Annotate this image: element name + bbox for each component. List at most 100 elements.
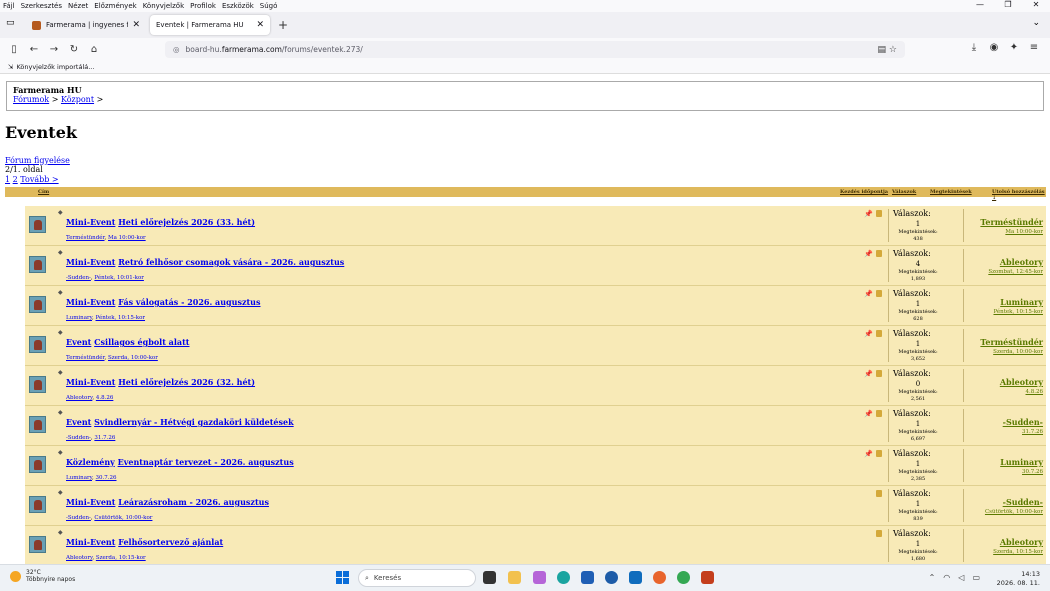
menu-history[interactable]: Előzmények bbox=[94, 2, 136, 10]
last-post-user[interactable]: Terméstündér bbox=[980, 337, 1043, 347]
thread-title-link[interactable]: Leárazásroham - 2026. augusztus bbox=[118, 497, 269, 507]
new-tab-icon[interactable]: + bbox=[278, 18, 288, 32]
volume-icon[interactable]: ◁ bbox=[958, 573, 964, 582]
menu-icon[interactable]: ≡ bbox=[1024, 42, 1044, 53]
taskbar-search[interactable]: ⌕ Keresés bbox=[358, 569, 476, 587]
reload-icon[interactable]: ↻ bbox=[64, 44, 84, 55]
weather-widget[interactable]: 32°C Többnyire napos bbox=[10, 569, 75, 583]
file-explorer-icon[interactable] bbox=[508, 571, 521, 584]
breadcrumb-forums[interactable]: Fórumok bbox=[13, 95, 49, 104]
page-1-link[interactable]: 1 bbox=[5, 175, 10, 184]
wifi-icon[interactable]: ◠ bbox=[943, 573, 950, 582]
breadcrumb-central[interactable]: Központ bbox=[61, 95, 94, 104]
avatar[interactable] bbox=[29, 216, 46, 233]
thread-prefix[interactable]: Event bbox=[66, 337, 91, 347]
avatar[interactable] bbox=[29, 256, 46, 273]
store-icon[interactable] bbox=[581, 571, 594, 584]
avatar[interactable] bbox=[29, 376, 46, 393]
chrome-icon[interactable] bbox=[677, 571, 690, 584]
thread-author[interactable]: -Sudden- bbox=[66, 435, 91, 441]
last-post-time[interactable]: Szerda, 10:00-kor bbox=[993, 349, 1043, 355]
thread-prefix[interactable]: Mini-Event bbox=[66, 537, 115, 547]
menu-file[interactable]: Fájl bbox=[3, 2, 15, 10]
page-2-link[interactable]: 2 bbox=[13, 175, 18, 184]
tab-farmerama[interactable]: Farmerama | ingyenes farmos já ✕ bbox=[26, 15, 146, 35]
follow-forum-link[interactable]: Fórum figyelése bbox=[5, 156, 70, 165]
last-post-time[interactable]: Péntek, 10:15-kor bbox=[993, 309, 1043, 315]
hp-icon[interactable] bbox=[605, 571, 618, 584]
back-icon[interactable]: ← bbox=[24, 44, 44, 55]
menu-view[interactable]: Nézet bbox=[68, 2, 88, 10]
last-post-time[interactable]: Szombat, 12:45-kor bbox=[988, 269, 1043, 275]
battery-icon[interactable]: ▭ bbox=[972, 573, 980, 582]
thread-date[interactable]: Csütörtök, 10:00-kor bbox=[94, 515, 152, 521]
last-post-user[interactable]: -Sudden- bbox=[1003, 497, 1043, 507]
thread-date[interactable]: Szerda, 10:15-kor bbox=[96, 555, 146, 561]
menu-tools[interactable]: Eszközök bbox=[222, 2, 254, 10]
last-post-user[interactable]: -Sudden- bbox=[1003, 417, 1043, 427]
clock[interactable]: 14:13 2026. 08. 11. bbox=[997, 570, 1040, 588]
last-post-user[interactable]: Ableotory bbox=[1000, 537, 1043, 547]
thread-prefix[interactable]: Mini-Event bbox=[66, 257, 115, 267]
thread-author[interactable]: -Sudden- bbox=[66, 515, 91, 521]
last-post-time[interactable]: 31.7.26 bbox=[1022, 429, 1043, 435]
next-page-link[interactable]: Tovább > bbox=[20, 175, 58, 184]
account-icon[interactable]: ◉ bbox=[984, 42, 1004, 53]
last-post-user[interactable]: Ableotory bbox=[1000, 257, 1043, 267]
task-view-icon[interactable] bbox=[483, 571, 496, 584]
last-post-time[interactable]: 4.8.26 bbox=[1026, 389, 1044, 395]
thread-date[interactable]: Ma 10:00-kor bbox=[108, 235, 146, 241]
edge-icon[interactable] bbox=[557, 571, 570, 584]
close-icon[interactable]: ✕ bbox=[1022, 0, 1050, 9]
thread-title-link[interactable]: Eventnaptár tervezet - 2026. augusztus bbox=[118, 457, 294, 467]
thread-author[interactable]: -Sudden- bbox=[66, 275, 91, 281]
menu-help[interactable]: Súgó bbox=[260, 2, 278, 10]
maximize-icon[interactable]: ❐ bbox=[994, 0, 1022, 9]
menu-bookmarks[interactable]: Könyvjelzők bbox=[143, 2, 184, 10]
thread-title-link[interactable]: Heti előrejelzés 2026 (33. hét) bbox=[118, 217, 255, 227]
avatar[interactable] bbox=[29, 296, 46, 313]
thread-title-link[interactable]: Csillagos égbolt alatt bbox=[94, 337, 189, 347]
thread-date[interactable]: 31.7.26 bbox=[94, 435, 115, 441]
thread-prefix[interactable]: Mini-Event bbox=[66, 217, 115, 227]
last-post-time[interactable]: 30.7.26 bbox=[1022, 469, 1043, 475]
thread-prefix[interactable]: Event bbox=[66, 417, 91, 427]
outlook-icon[interactable] bbox=[629, 571, 642, 584]
header-views[interactable]: Megtekintések bbox=[930, 189, 972, 195]
tab-list-icon[interactable]: ▭ bbox=[6, 18, 15, 28]
thread-author[interactable]: Terméstündér bbox=[66, 355, 105, 361]
powerpoint-icon[interactable] bbox=[701, 571, 714, 584]
extensions-icon[interactable]: ✦ bbox=[1004, 42, 1024, 53]
thread-date[interactable]: 30.7.26 bbox=[96, 475, 117, 481]
thread-title-link[interactable]: Svindlernyár - Hétvégi gazdaköri küldeté… bbox=[94, 417, 294, 427]
tab-close-icon[interactable]: ✕ bbox=[132, 20, 140, 30]
thread-author[interactable]: Luminary bbox=[66, 475, 92, 481]
last-post-user[interactable]: Luminary bbox=[1000, 297, 1043, 307]
avatar[interactable] bbox=[29, 536, 46, 553]
thread-date[interactable]: Péntek, 10:15-kor bbox=[96, 315, 146, 321]
download-icon[interactable]: ⤓ bbox=[964, 42, 984, 53]
star-icon[interactable]: ☆ bbox=[889, 45, 897, 55]
url-bar[interactable]: ◎ board-hu. farmerama.com/forums/eventek.… bbox=[165, 41, 905, 58]
minimize-icon[interactable]: — bbox=[966, 0, 994, 9]
header-replies[interactable]: Válaszok bbox=[892, 189, 916, 195]
thread-title-link[interactable]: Felhősortervező ajánlat bbox=[118, 537, 223, 547]
copilot-icon[interactable] bbox=[533, 571, 546, 584]
thread-title-link[interactable]: Fás válogatás - 2026. augusztus bbox=[118, 297, 260, 307]
import-bookmarks-link[interactable]: Könyvjelzők importálá... bbox=[16, 63, 94, 71]
last-post-user[interactable]: Ableotory bbox=[1000, 377, 1043, 387]
thread-author[interactable]: Ableotory bbox=[66, 555, 92, 561]
last-post-time[interactable]: Ma 10:00-kor bbox=[1005, 229, 1043, 235]
chevron-down-icon[interactable]: ⌄ bbox=[1032, 18, 1040, 28]
tab-eventek[interactable]: Eventek | Farmerama HU ✕ bbox=[150, 15, 270, 35]
reader-view-icon[interactable]: ▤ bbox=[878, 45, 887, 55]
avatar[interactable] bbox=[29, 496, 46, 513]
thread-author[interactable]: Terméstündér bbox=[66, 235, 105, 241]
avatar[interactable] bbox=[29, 416, 46, 433]
header-title[interactable]: Cím bbox=[38, 189, 49, 195]
menu-profiles[interactable]: Profilok bbox=[190, 2, 216, 10]
thread-prefix[interactable]: Mini-Event bbox=[66, 377, 115, 387]
last-post-user[interactable]: Terméstündér bbox=[980, 217, 1043, 227]
avatar[interactable] bbox=[29, 456, 46, 473]
last-post-time[interactable]: Csütörtök, 10:00-kor bbox=[985, 509, 1043, 515]
